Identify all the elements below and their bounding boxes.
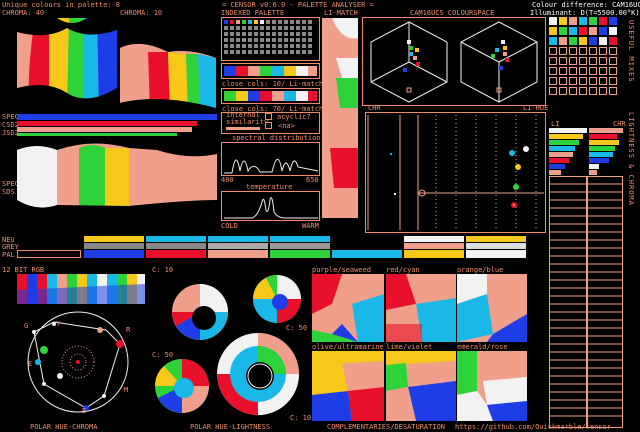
jsd2-bar	[17, 127, 192, 132]
li-match-label: LI-MATCH	[324, 9, 358, 17]
illuminant-label: Illuminant: D(T=5500.00°K)	[530, 9, 640, 17]
wheel-m-label: M	[124, 386, 129, 394]
purple-seaweed-tile	[312, 274, 384, 342]
close-cols-70-swatches	[221, 88, 320, 104]
emerald-rose-label: emerald/rose	[457, 343, 508, 351]
temperature-label: temperature	[246, 183, 293, 191]
chr-right-label: CHR	[613, 120, 626, 128]
close-cols-10-swatches	[221, 63, 320, 79]
pal-strip-empty	[17, 250, 81, 258]
spectral-distribution-label: spectral distribution	[232, 134, 321, 142]
warm-label: WARM	[302, 222, 319, 230]
olive-ultramarine-tile	[312, 351, 384, 421]
unique-colours-count: Unique colours in palette: 8	[2, 1, 121, 9]
useful-mixes-label: USEFUL MIXES	[627, 20, 635, 83]
12-bit-rgb-label: 12 BIT RGB	[2, 266, 45, 274]
indexed-palette-label: INDEXED PALETTE	[221, 9, 285, 17]
wheel-e-label: E	[28, 360, 33, 368]
li-match-strip	[322, 18, 358, 233]
internal-similarity-bar	[226, 127, 260, 130]
na-checkbox[interactable]	[265, 122, 272, 129]
li-label: LI	[551, 120, 560, 128]
palette-strip	[84, 236, 526, 258]
sds-label: SDS	[2, 188, 15, 196]
hue-lightness-c10-wheel-large	[217, 333, 299, 415]
chr-left-label: CHR	[368, 104, 381, 112]
spectral-distribution-graph	[221, 142, 320, 176]
colour-difference-label: Colour difference: CAM16UCS	[532, 1, 640, 9]
red-cyan-tile	[386, 274, 456, 342]
c10-bottom-label: C: 10	[290, 414, 312, 422]
app-title: = CENSOR v0.6.0 - PALETTE ANALYSER =	[222, 1, 374, 9]
polar-hue-chroma-wheel	[27, 311, 129, 413]
polar-hue-chroma-label: POLAR HUE-CHROMA	[30, 423, 98, 431]
c50-right-label: C: 50	[286, 324, 308, 332]
cold-label: COLD	[221, 222, 238, 230]
red-cyan-label: red/cyan	[386, 266, 420, 274]
close-cols-10-label: close cols: 10/ Li-match	[222, 80, 324, 88]
spec-bar	[17, 114, 217, 120]
wheel-g-label: G	[24, 322, 29, 330]
purple-seaweed-label: purple/seaweed	[312, 266, 372, 274]
useful-mixes-grid	[549, 17, 617, 95]
emerald-rose-tile	[457, 351, 527, 421]
na-label: <na>	[278, 122, 295, 130]
chroma-40-label: CHROMA: 40	[2, 9, 45, 17]
wheel-r-label: R	[126, 326, 131, 334]
chroma-40-map	[17, 18, 117, 111]
cam16-hexagon-views	[370, 21, 538, 103]
spectral-bands-map	[17, 140, 217, 215]
lightness-chroma-label: LIGHTNESS & CHROMA	[627, 112, 635, 206]
acyclic-label: acyclic?	[277, 113, 311, 121]
jsd2-bar-green	[17, 133, 177, 136]
li-hue-panel	[365, 112, 546, 233]
hue-lightness-c50-wheel	[155, 359, 209, 413]
olive-ultramarine-label: olive/ultramarine	[312, 343, 384, 351]
csd2-bar	[17, 121, 197, 126]
li-hue-plot	[367, 115, 544, 230]
wheel-b-label: B	[82, 407, 87, 415]
hue-lightness-c50-wheel-small	[253, 275, 301, 323]
12-bit-rgb-map	[17, 274, 145, 304]
wl-min-label: 400	[221, 176, 234, 184]
pal-label: PAL	[2, 251, 15, 259]
wl-max-label: 650	[306, 176, 319, 184]
orange-blue-tile	[457, 274, 527, 342]
lime-violet-label: lime/violet	[386, 343, 433, 351]
temperature-graph	[221, 191, 320, 221]
indexed-palette-grid	[221, 17, 320, 61]
li-hue-label: LI-HUE	[523, 104, 549, 112]
github-link[interactable]: https://github.com/Quickmarble/censor	[455, 423, 611, 431]
lime-violet-tile	[386, 351, 456, 421]
cam16-space-label: CAM16UCS COLOURSPACE	[410, 9, 495, 17]
polar-hue-lightness-label: POLAR HUE-LIGHTNESS	[190, 423, 271, 431]
chroma-10-label: CHROMA: 10	[120, 9, 163, 17]
complementaries-label: COMPLEMENTARIES/DESATURATION	[327, 423, 446, 431]
orange-blue-label: orange/blue	[457, 266, 504, 274]
c10-top-label: C: 10	[152, 266, 174, 274]
wheel-y-label: Y	[56, 320, 61, 328]
lightness-chroma-bars	[549, 128, 623, 428]
chroma-10-map	[120, 18, 216, 111]
cam16-space-panel	[362, 17, 546, 106]
internal-similarity-label: internal similarity	[226, 111, 269, 126]
acyclic-checkbox[interactable]	[265, 113, 272, 120]
